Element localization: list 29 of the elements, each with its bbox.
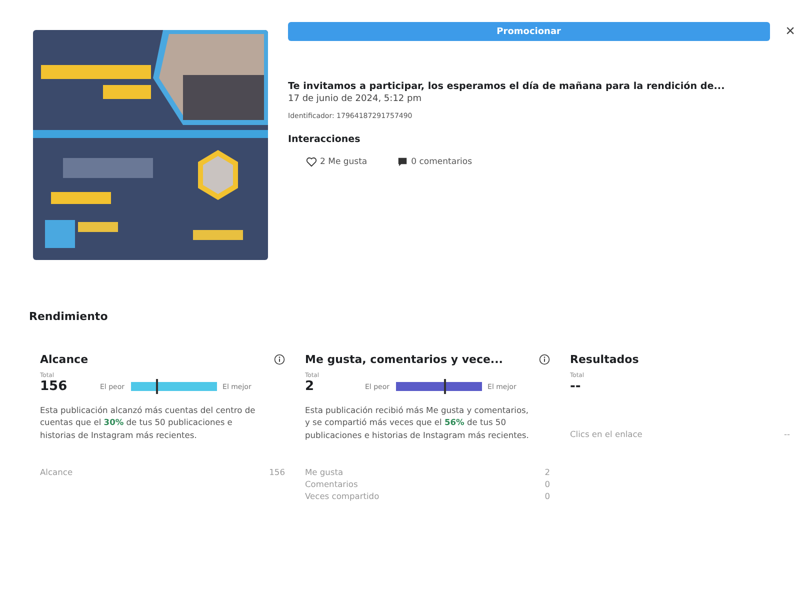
breakdown-value: 0: [544, 490, 550, 502]
breakdown-label: Me gusta: [305, 467, 344, 479]
close-button[interactable]: ×: [782, 24, 799, 40]
breakdown-value: 2: [544, 467, 550, 479]
metric-title: Me gusta, comentarios y vece...: [305, 353, 503, 366]
likes-count: 2 Me gusta: [320, 157, 368, 167]
breakdown-label: Clics en el enlace: [570, 429, 642, 441]
metric-description: Esta publicación alcanzó más cuentas del centro de cuentas que el 30% de tus 50 publicaciones e historias de Instagram más recientes.: [40, 404, 256, 442]
info-icon[interactable]: [539, 354, 550, 365]
metric-title: Resultados: [570, 353, 639, 366]
breakdown-label: Veces compartido: [305, 490, 380, 502]
metric-title: Alcance: [40, 353, 88, 366]
metric-description: Esta publicación recibió más Me gusta y comentarios, y se compartió más veces que el 56% de tus 50 publicaciones e historias de Instagram más recientes.: [305, 404, 530, 442]
heart-icon: [306, 157, 317, 167]
breakdown-value: 156: [269, 467, 285, 479]
post-date: 17 de junio de 2024, 5:12 pm: [288, 94, 422, 104]
interactions-heading: Interacciones: [288, 134, 362, 145]
breakdown-label: Alcance: [40, 467, 73, 479]
breakdown-value: --: [784, 429, 790, 441]
comment-icon: [397, 157, 408, 167]
breakdown-label: Comentarios: [305, 478, 358, 491]
performance-heading: Rendimiento: [29, 310, 109, 323]
total-value: 156: [40, 379, 68, 394]
total-value: --: [570, 379, 582, 394]
post-title: Te invitamos a participar, los esperamos el día de mañana para la rendición de...: [288, 81, 726, 92]
breakdown-value: 0: [544, 478, 550, 491]
comments-count: 0 comentarios: [411, 157, 472, 167]
info-icon[interactable]: [274, 354, 285, 365]
total-value: 2: [305, 379, 316, 394]
